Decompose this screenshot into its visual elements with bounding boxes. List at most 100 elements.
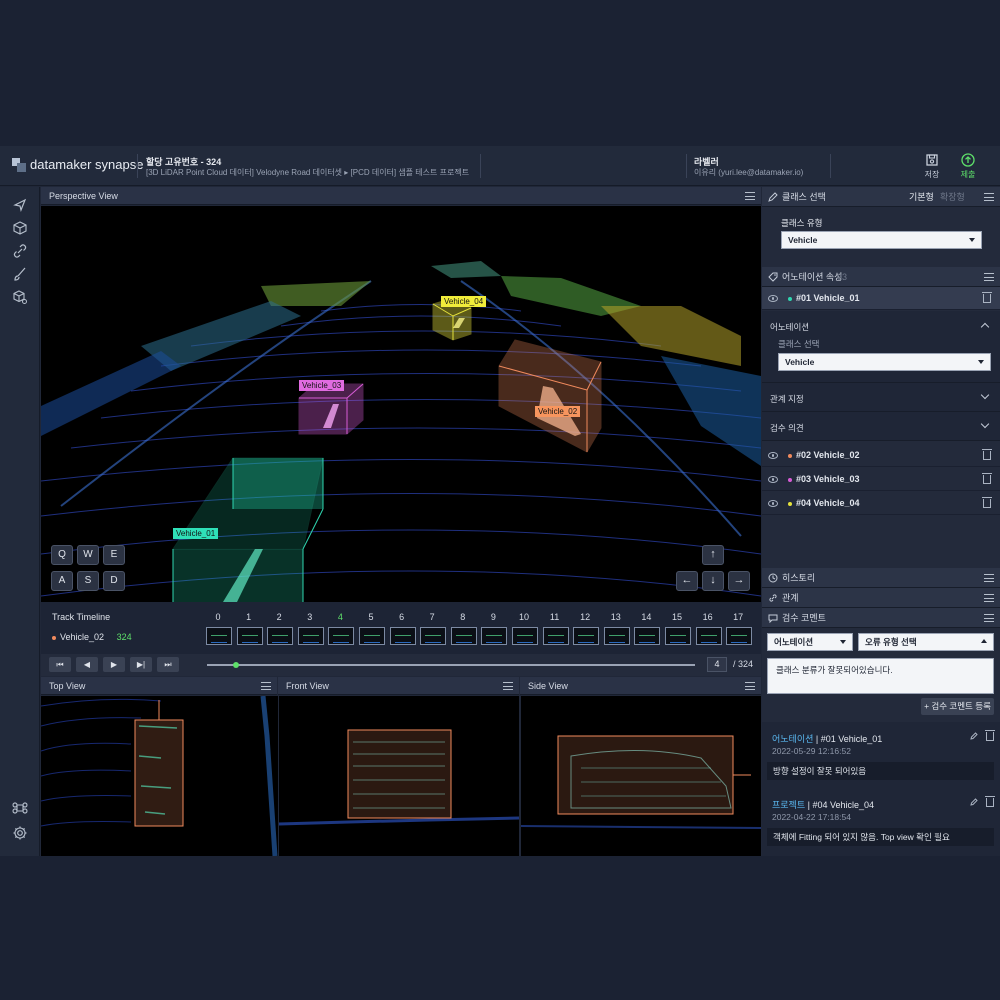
comment-type-select[interactable]: 어노테이션 (767, 633, 853, 651)
key-s-button[interactable]: S (77, 571, 99, 591)
eye-icon[interactable] (768, 295, 778, 302)
frame-thumbnail[interactable] (359, 627, 385, 645)
frame-number[interactable]: 11 (545, 612, 565, 622)
frame-thumbnail[interactable] (420, 627, 447, 645)
frame-number[interactable]: 9 (483, 612, 503, 622)
save-button[interactable]: 저장 (920, 153, 944, 180)
key-q-button[interactable]: Q (51, 545, 73, 565)
frame-number[interactable]: 1 (239, 612, 259, 622)
cube-settings-icon[interactable] (12, 289, 28, 305)
key-e-button[interactable]: E (103, 545, 125, 565)
frame-number[interactable]: 14 (636, 612, 656, 622)
vehicle-03-box[interactable] (298, 383, 364, 435)
frame-thumbnail[interactable] (328, 627, 355, 645)
top-viewport[interactable] (41, 696, 278, 856)
chevron-down-icon[interactable] (980, 390, 990, 400)
side-viewport[interactable] (521, 696, 761, 856)
first-frame-button[interactable]: ⏮ (49, 657, 71, 672)
frame-number[interactable]: 13 (606, 612, 626, 622)
timeline-track[interactable]: Vehicle_02 324 (52, 632, 132, 642)
menu-icon[interactable] (261, 682, 271, 690)
chevron-down-icon[interactable] (980, 419, 990, 429)
error-type-select[interactable]: 오류 유형 선택 (858, 633, 994, 651)
frame-number[interactable]: 17 (728, 612, 748, 622)
brush-tool-icon[interactable] (12, 266, 28, 282)
trash-icon[interactable] (982, 449, 992, 460)
menu-icon[interactable] (984, 273, 994, 281)
menu-icon[interactable] (503, 682, 513, 690)
frame-thumbnail[interactable] (481, 627, 508, 645)
review-opinion-row[interactable]: 검수 의견 (762, 412, 1000, 441)
cuboid-tool-icon[interactable] (12, 220, 28, 236)
arrow-up-button[interactable]: ↑ (702, 545, 724, 565)
select-tool-icon[interactable] (12, 197, 28, 213)
frame-thumbnail[interactable] (267, 627, 294, 645)
frame-thumbnail[interactable] (450, 627, 477, 645)
annotation-class-select[interactable]: Vehicle (778, 353, 991, 371)
frame-number[interactable]: 0 (208, 612, 228, 622)
frame-number[interactable]: 8 (453, 612, 473, 622)
arrow-down-button[interactable]: ↓ (702, 571, 724, 591)
object-row-01[interactable]: #01 Vehicle_01 (762, 287, 1000, 310)
menu-icon[interactable] (984, 574, 994, 582)
menu-icon[interactable] (984, 193, 994, 201)
class-type-select[interactable]: Vehicle (781, 231, 982, 249)
trash-icon[interactable] (985, 730, 995, 741)
frame-thumbnail[interactable] (695, 627, 722, 645)
frame-thumbnail[interactable] (665, 627, 691, 645)
link-tool-icon[interactable] (12, 243, 28, 259)
menu-icon[interactable] (984, 614, 994, 622)
frame-number[interactable]: 5 (361, 612, 381, 622)
slider-handle[interactable] (232, 662, 239, 668)
submit-button[interactable]: 제출 (956, 153, 980, 180)
prev-frame-button[interactable]: ◀ (76, 657, 98, 672)
key-d-button[interactable]: D (103, 571, 125, 591)
frame-number[interactable]: 12 (575, 612, 595, 622)
frame-thumbnail[interactable] (603, 627, 630, 645)
key-a-button[interactable]: A (51, 571, 73, 591)
eye-icon[interactable] (768, 452, 778, 459)
frame-thumbnail[interactable] (206, 627, 232, 645)
frame-thumbnail[interactable] (573, 627, 600, 645)
review-comment-header[interactable]: 검수 코멘트 (762, 608, 1000, 628)
frame-number[interactable]: 10 (514, 612, 534, 622)
frame-number[interactable]: 6 (392, 612, 412, 622)
frame-number[interactable]: 3 (300, 612, 320, 622)
last-frame-button[interactable]: ⏭ (157, 657, 179, 672)
frame-slider[interactable] (207, 662, 695, 668)
frame-thumbnail[interactable] (236, 627, 263, 645)
next-frame-button[interactable]: ▶| (130, 657, 152, 672)
object-row-02[interactable]: #02 Vehicle_02 (762, 444, 1000, 467)
menu-icon[interactable] (745, 192, 755, 200)
comment-textarea[interactable]: 클래스 분류가 잘못되어있습니다. (767, 658, 994, 694)
tab-basic[interactable]: 기본형 (909, 187, 934, 207)
relations-header[interactable]: 관계 (762, 588, 1000, 608)
frame-number[interactable]: 7 (422, 612, 442, 622)
current-frame-input[interactable]: 4 (707, 657, 727, 672)
frame-number[interactable]: 4 (330, 612, 350, 622)
object-row-03[interactable]: #03 Vehicle_03 (762, 468, 1000, 491)
frame-number[interactable]: 2 (269, 612, 289, 622)
trash-icon[interactable] (982, 497, 992, 508)
key-w-button[interactable]: W (77, 545, 99, 565)
frame-number[interactable]: 15 (667, 612, 687, 622)
trash-icon[interactable] (982, 473, 992, 484)
edit-icon[interactable] (970, 732, 978, 740)
trash-icon[interactable] (982, 292, 992, 303)
menu-icon[interactable] (984, 594, 994, 602)
arrow-right-button[interactable]: → (728, 571, 750, 591)
frame-thumbnail[interactable] (389, 627, 416, 645)
chevron-up-icon[interactable] (980, 322, 990, 332)
frame-thumbnail[interactable] (512, 627, 538, 645)
trash-icon[interactable] (985, 796, 995, 807)
shortcut-icon[interactable] (12, 800, 28, 816)
history-header[interactable]: 히스토리 (762, 568, 1000, 588)
perspective-viewport[interactable]: Vehicle_01 Vehicle_03 Vehicle_04 Vehicle… (41, 206, 761, 602)
relation-row[interactable]: 관계 지정 (762, 383, 1000, 412)
front-viewport[interactable] (279, 696, 519, 856)
tab-extended[interactable]: 확장형 (940, 187, 965, 207)
frame-number[interactable]: 16 (698, 612, 718, 622)
frame-thumbnail[interactable] (297, 627, 324, 645)
frame-thumbnail[interactable] (542, 627, 569, 645)
play-button[interactable]: ▶ (103, 657, 125, 672)
